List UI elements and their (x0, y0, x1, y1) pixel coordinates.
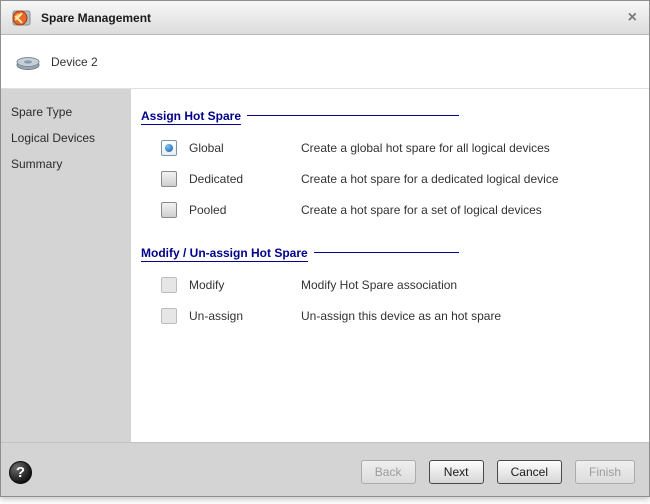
main-content: Assign Hot Spare Global Create a global … (131, 89, 649, 442)
option-label: Un-assign (189, 309, 301, 323)
option-description: Modify Hot Spare association (301, 278, 457, 292)
assign-hot-spare-section-header: Assign Hot Spare (141, 109, 459, 125)
sidebar-item-summary[interactable]: Summary (1, 151, 131, 177)
option-label: Modify (189, 278, 301, 292)
section-rule (314, 252, 459, 253)
option-row-modify: Modify Modify Hot Spare association (141, 277, 635, 293)
modify-option-checkbox (161, 277, 177, 293)
section-rule (247, 115, 459, 116)
cancel-button[interactable]: Cancel (497, 460, 562, 484)
unassign-option-checkbox (161, 308, 177, 324)
option-description: Create a global hot spare for all logica… (301, 141, 550, 155)
device-label: Device 2 (51, 55, 98, 69)
section-title: Assign Hot Spare (141, 109, 241, 125)
device-header: Device 2 (1, 35, 649, 89)
help-icon[interactable]: ? (9, 461, 32, 484)
option-row-global: Global Create a global hot spare for all… (141, 140, 635, 156)
option-label: Global (189, 141, 301, 155)
dedicated-option-checkbox[interactable] (161, 171, 177, 187)
spare-management-dialog: Spare Management × Device 2 Spare Type L… (0, 0, 650, 497)
option-description: Create a hot spare for a dedicated logic… (301, 172, 559, 186)
tools-icon (11, 7, 33, 29)
back-button: Back (361, 460, 416, 484)
dialog-title: Spare Management (41, 11, 151, 25)
device-icon (15, 52, 43, 72)
pooled-option-checkbox[interactable] (161, 202, 177, 218)
dialog-titlebar: Spare Management × (1, 1, 649, 35)
dialog-footer: ? Back Next Cancel Finish (1, 442, 649, 496)
dialog-body: Spare Type Logical Devices Summary Assig… (1, 89, 649, 442)
global-option-checkbox[interactable] (161, 140, 177, 156)
option-label: Dedicated (189, 172, 301, 186)
next-button[interactable]: Next (429, 460, 484, 484)
sidebar-item-logical-devices[interactable]: Logical Devices (1, 125, 131, 151)
section-title: Modify / Un-assign Hot Spare (141, 246, 308, 262)
option-description: Create a hot spare for a set of logical … (301, 203, 542, 217)
modify-unassign-section-header: Modify / Un-assign Hot Spare (141, 246, 459, 262)
option-description: Un-assign this device as an hot spare (301, 309, 501, 323)
wizard-steps-sidebar: Spare Type Logical Devices Summary (1, 89, 131, 442)
option-row-pooled: Pooled Create a hot spare for a set of l… (141, 202, 635, 218)
option-row-unassign: Un-assign Un-assign this device as an ho… (141, 308, 635, 324)
close-icon[interactable]: × (626, 10, 639, 26)
sidebar-item-spare-type[interactable]: Spare Type (1, 99, 131, 125)
option-label: Pooled (189, 203, 301, 217)
finish-button: Finish (575, 460, 635, 484)
option-row-dedicated: Dedicated Create a hot spare for a dedic… (141, 171, 635, 187)
